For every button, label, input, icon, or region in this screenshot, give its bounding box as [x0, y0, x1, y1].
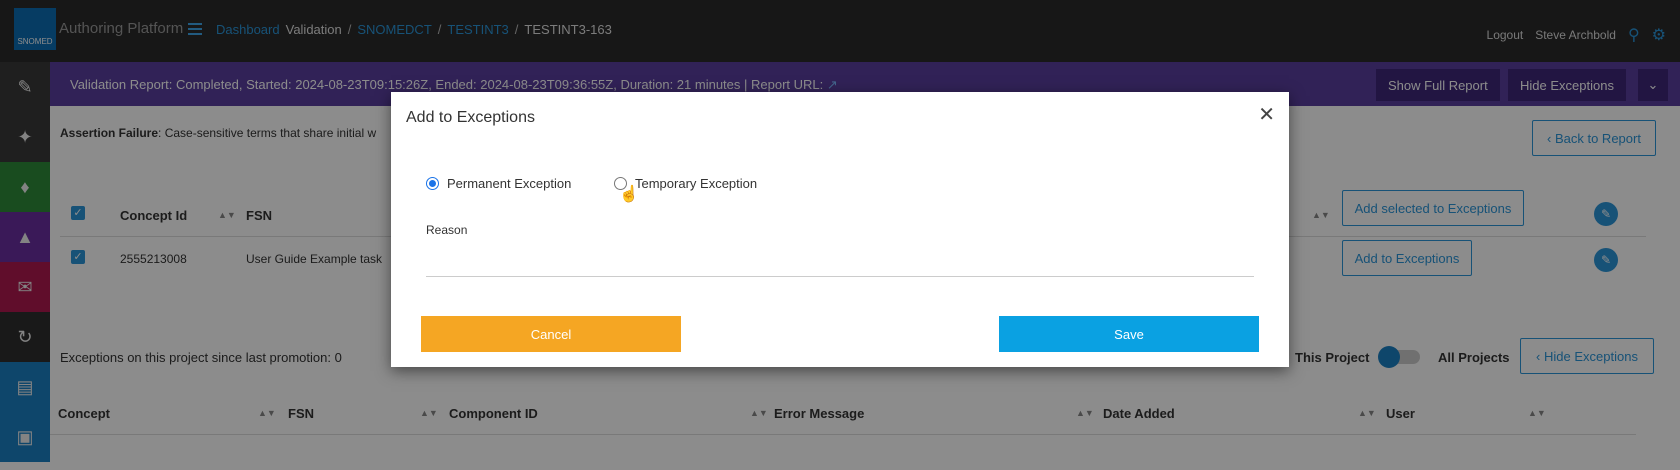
radio-button[interactable] — [426, 177, 439, 190]
cancel-button[interactable]: Cancel — [421, 316, 681, 352]
add-to-exceptions-dialog: Add to Exceptions ✕ Permanent Exception … — [391, 92, 1289, 367]
save-button[interactable]: Save — [999, 316, 1259, 352]
option-label: Temporary Exception — [635, 176, 758, 191]
option-label: Permanent Exception — [447, 176, 572, 191]
reason-label: Reason — [426, 223, 468, 237]
close-icon[interactable]: ✕ — [1258, 102, 1275, 127]
dialog-title: Add to Exceptions — [406, 109, 535, 126]
permanent-exception-option[interactable]: Permanent Exception — [426, 176, 571, 191]
reason-input[interactable] — [426, 242, 1254, 277]
hand-cursor-icon: ☝ — [619, 186, 639, 203]
